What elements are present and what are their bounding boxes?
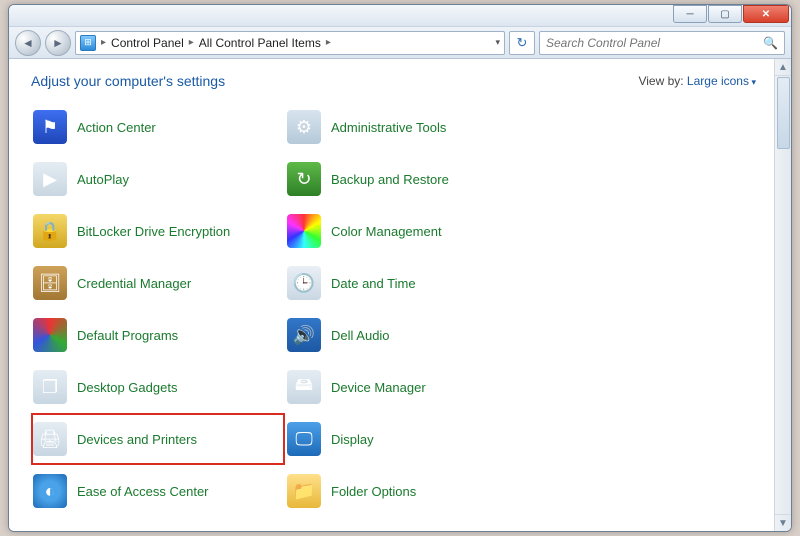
refresh-button[interactable]: ↻ bbox=[509, 31, 535, 55]
item-label: Devices and Printers bbox=[77, 432, 197, 447]
item-desktop-gadgets[interactable]: ❐ Desktop Gadgets bbox=[31, 361, 285, 413]
item-administrative-tools[interactable]: ⚙ Administrative Tools bbox=[285, 101, 539, 153]
close-button[interactable]: ✕ bbox=[743, 5, 789, 23]
item-color-management-icon bbox=[287, 214, 321, 248]
titlebar: ─ ▢ ✕ bbox=[9, 5, 791, 27]
search-input[interactable] bbox=[546, 36, 763, 50]
item-devices-and-printers[interactable]: 🖨 Devices and Printers bbox=[31, 413, 285, 465]
item-display-icon: 🖵 bbox=[287, 422, 321, 456]
item-label: AutoPlay bbox=[77, 172, 129, 187]
back-button[interactable]: ◄ bbox=[15, 30, 41, 56]
item-label: Administrative Tools bbox=[331, 120, 446, 135]
item-date-and-time-icon: 🕒 bbox=[287, 266, 321, 300]
item-label: Backup and Restore bbox=[331, 172, 449, 187]
item-label: Action Center bbox=[77, 120, 156, 135]
content-area: Adjust your computer's settings View by:… bbox=[9, 59, 774, 531]
control-panel-window: ─ ▢ ✕ ◄ ► ⊞ ▸ Control Panel ▸ All Contro… bbox=[8, 4, 792, 532]
maximize-button[interactable]: ▢ bbox=[708, 5, 742, 23]
item-device-manager-icon: 🖴 bbox=[287, 370, 321, 404]
item-dell-audio-icon: 🔊 bbox=[287, 318, 321, 352]
search-box[interactable]: 🔍 bbox=[539, 31, 785, 55]
item-date-and-time[interactable]: 🕒 Date and Time bbox=[285, 257, 539, 309]
scroll-thumb[interactable] bbox=[777, 77, 790, 149]
item-ease-of-access-icon: ◐ bbox=[33, 474, 67, 508]
scroll-up-arrow-icon[interactable]: ▲ bbox=[775, 59, 791, 76]
breadcrumb[interactable]: ⊞ ▸ Control Panel ▸ All Control Panel It… bbox=[75, 31, 505, 55]
item-label: Display bbox=[331, 432, 374, 447]
item-administrative-tools-icon: ⚙ bbox=[287, 110, 321, 144]
items-grid: ⚑ Action Center ⚙ Administrative Tools ▶ Auto… bbox=[31, 101, 756, 517]
item-backup-and-restore-icon: ↻ bbox=[287, 162, 321, 196]
address-bar: ◄ ► ⊞ ▸ Control Panel ▸ All Control Pane… bbox=[9, 27, 791, 59]
chevron-right-icon: ▸ bbox=[100, 37, 107, 48]
item-action-center[interactable]: ⚑ Action Center bbox=[31, 101, 285, 153]
item-devices-and-printers-icon: 🖨 bbox=[33, 422, 67, 456]
item-label: Color Management bbox=[331, 224, 442, 239]
vertical-scrollbar[interactable]: ▲ ▼ bbox=[774, 59, 791, 531]
item-label: Desktop Gadgets bbox=[77, 380, 177, 395]
forward-button[interactable]: ► bbox=[45, 30, 71, 56]
breadcrumb-child[interactable]: All Control Panel Items bbox=[199, 36, 321, 50]
view-by-label: View by: bbox=[638, 74, 683, 88]
item-dell-audio[interactable]: 🔊 Dell Audio bbox=[285, 309, 539, 361]
control-panel-icon: ⊞ bbox=[80, 35, 96, 51]
view-by-value[interactable]: Large icons bbox=[687, 74, 756, 88]
item-color-management[interactable]: Color Management bbox=[285, 205, 539, 257]
search-icon: 🔍 bbox=[763, 36, 778, 50]
item-label: Dell Audio bbox=[331, 328, 390, 343]
item-action-center-icon: ⚑ bbox=[33, 110, 67, 144]
item-bitlocker[interactable]: 🔒 BitLocker Drive Encryption bbox=[31, 205, 285, 257]
item-label: Device Manager bbox=[331, 380, 426, 395]
scroll-down-arrow-icon[interactable]: ▼ bbox=[775, 514, 791, 531]
breadcrumb-dropdown-icon[interactable]: ▾ bbox=[495, 37, 500, 48]
item-label: BitLocker Drive Encryption bbox=[77, 224, 230, 239]
item-credential-manager[interactable]: 🗄 Credential Manager bbox=[31, 257, 285, 309]
item-label: Date and Time bbox=[331, 276, 416, 291]
chevron-right-icon: ▸ bbox=[325, 37, 332, 48]
item-credential-manager-icon: 🗄 bbox=[33, 266, 67, 300]
item-desktop-gadgets-icon: ❐ bbox=[33, 370, 67, 404]
item-label: Default Programs bbox=[77, 328, 178, 343]
minimize-button[interactable]: ─ bbox=[673, 5, 707, 23]
item-backup-and-restore[interactable]: ↻ Backup and Restore bbox=[285, 153, 539, 205]
breadcrumb-root[interactable]: Control Panel bbox=[111, 36, 184, 50]
view-by-control[interactable]: View by: Large icons bbox=[638, 74, 756, 88]
item-default-programs-icon bbox=[33, 318, 67, 352]
item-ease-of-access[interactable]: ◐ Ease of Access Center bbox=[31, 465, 285, 517]
item-label: Credential Manager bbox=[77, 276, 191, 291]
item-default-programs[interactable]: Default Programs bbox=[31, 309, 285, 361]
page-title: Adjust your computer's settings bbox=[31, 73, 225, 89]
item-autoplay-icon: ▶ bbox=[33, 162, 67, 196]
item-autoplay[interactable]: ▶ AutoPlay bbox=[31, 153, 285, 205]
item-display[interactable]: 🖵 Display bbox=[285, 413, 539, 465]
item-label: Ease of Access Center bbox=[77, 484, 209, 499]
chevron-right-icon: ▸ bbox=[188, 37, 195, 48]
item-label: Folder Options bbox=[331, 484, 416, 499]
item-folder-options-icon: 📁 bbox=[287, 474, 321, 508]
item-folder-options[interactable]: 📁 Folder Options bbox=[285, 465, 539, 517]
item-device-manager[interactable]: 🖴 Device Manager bbox=[285, 361, 539, 413]
item-bitlocker-icon: 🔒 bbox=[33, 214, 67, 248]
